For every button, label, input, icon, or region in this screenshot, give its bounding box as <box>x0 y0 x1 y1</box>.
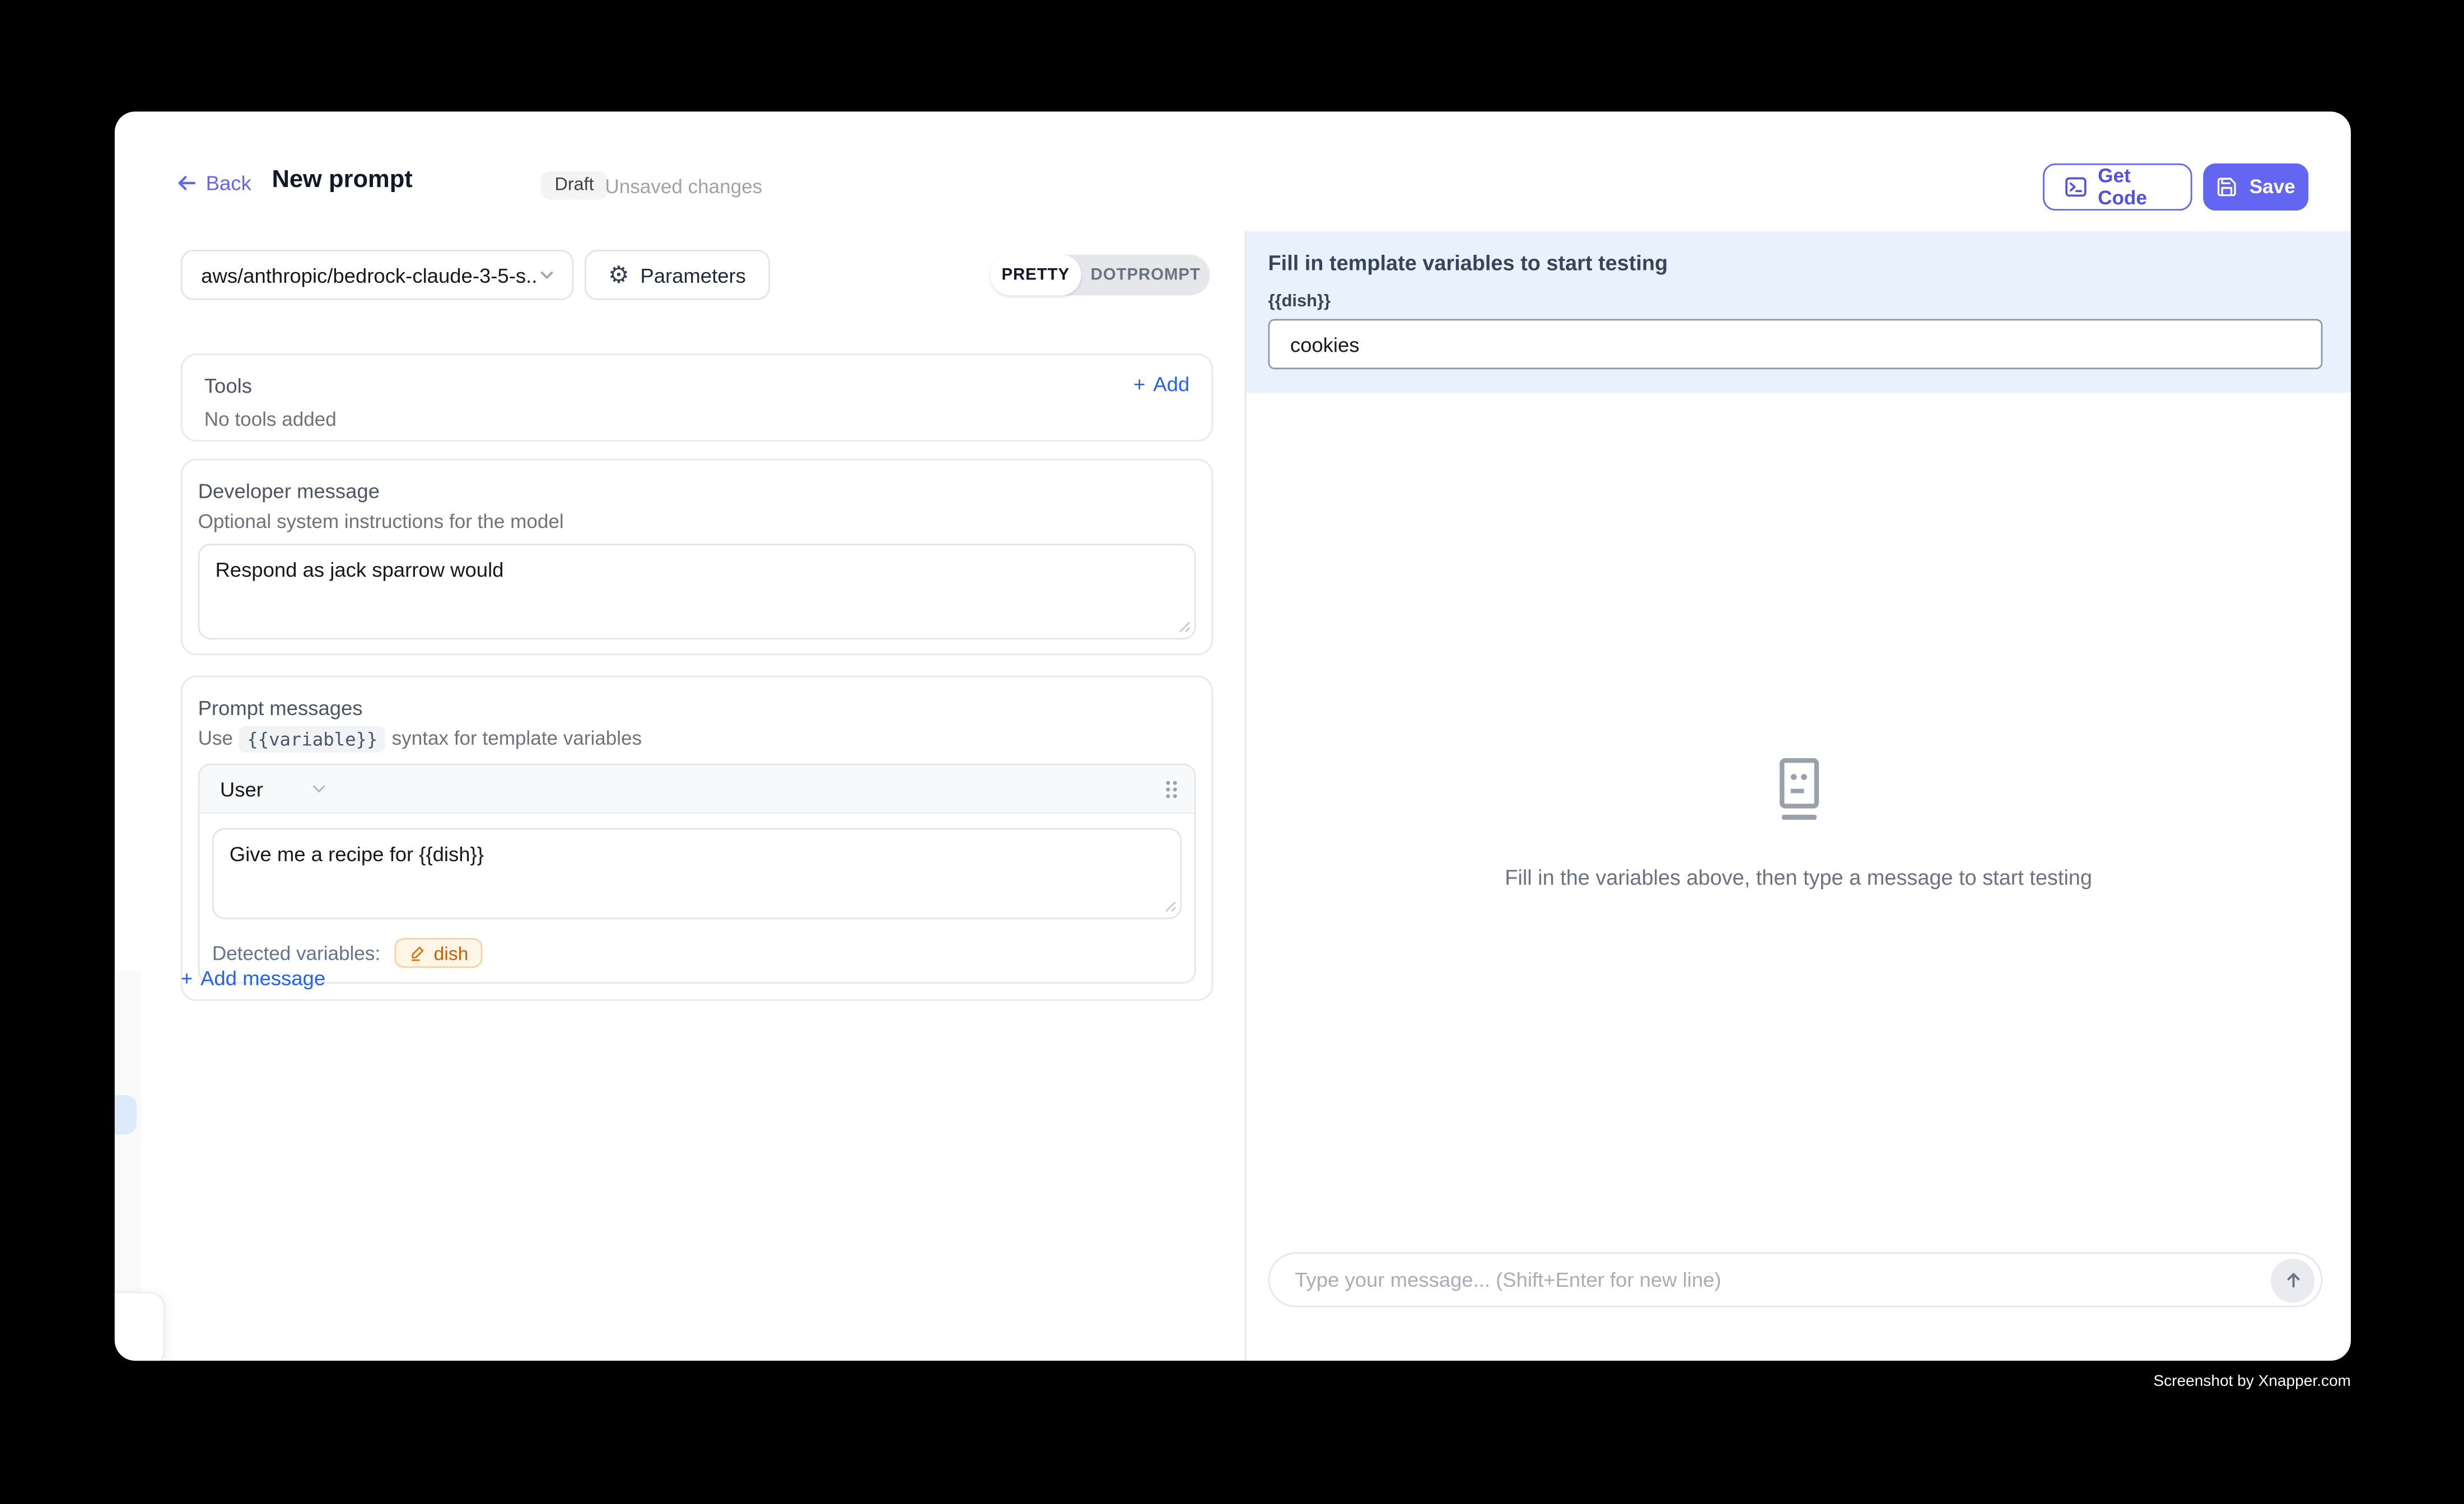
toggle-option-dotprompt[interactable]: DOTPROMPT <box>1081 255 1210 296</box>
message-role-header: User <box>199 765 1194 814</box>
terminal-icon <box>2065 176 2087 198</box>
save-floppy-icon <box>2216 176 2238 198</box>
prompt-editor-window: Back New prompt Draft Unsaved changes Ge… <box>115 111 2351 1361</box>
developer-message-section: Developer message Optional system instru… <box>181 459 1214 655</box>
add-tool-label: Add <box>1153 372 1189 396</box>
unsaved-changes-text: Unsaved changes <box>605 176 762 198</box>
message-body: Give me a recipe for {{dish}} <box>199 814 1194 929</box>
fill-variables-heading: Fill in template variables to start test… <box>1268 251 2321 275</box>
arrow-up-icon <box>2281 1268 2304 1292</box>
watermark-text: Screenshot by Xnapper.com <box>2153 1374 2351 1391</box>
detected-variables-row: Detected variables: dish <box>199 928 1194 982</box>
send-button[interactable] <box>2271 1258 2315 1302</box>
chevron-down-icon <box>538 265 557 284</box>
detected-variables-label: Detected variables: <box>212 942 380 964</box>
chat-input-container <box>1268 1252 2323 1307</box>
variable-name-label: {{dish}} <box>1268 292 2321 311</box>
pencil-icon <box>409 944 426 961</box>
robot-face-icon <box>1768 758 1828 824</box>
message-content-textarea[interactable]: Give me a recipe for {{dish}} <box>212 828 1182 919</box>
parameters-label: Parameters <box>640 263 746 287</box>
toggle-option-pretty[interactable]: PRETTY <box>990 255 1081 296</box>
tools-title: Tools <box>204 374 1189 398</box>
save-label: Save <box>2250 176 2295 198</box>
back-label: Back <box>206 171 251 195</box>
get-code-button[interactable]: Get Code <box>2043 164 2192 211</box>
variable-syntax-chip: {{variable}} <box>239 725 385 752</box>
drag-handle-icon[interactable] <box>1164 778 1178 798</box>
developer-message-textarea[interactable]: Respond as jack sparrow would <box>198 544 1196 639</box>
message-block: User <box>198 764 1196 984</box>
prompt-messages-section: Prompt messages Use{{variable}}syntax fo… <box>181 676 1214 1001</box>
draft-status-badge: Draft <box>540 171 608 200</box>
developer-message-title: Developer message <box>198 479 1196 503</box>
plus-icon: + <box>1133 372 1145 396</box>
variable-chip-dish[interactable]: dish <box>394 938 482 968</box>
model-selector-value: aws/anthropic/bedrock-claude-3-5-s... <box>201 263 538 287</box>
tester-empty-state: Fill in the variables above, then type a… <box>1246 758 2351 890</box>
prompt-messages-hint: Use{{variable}}syntax for template varia… <box>198 727 1196 749</box>
chevron-down-icon[interactable] <box>310 779 329 798</box>
background-sidebar-sliver <box>115 971 141 1298</box>
prompt-messages-title: Prompt messages <box>198 696 1196 720</box>
model-selector[interactable]: aws/anthropic/bedrock-claude-3-5-s... <box>181 250 574 300</box>
add-tool-button[interactable]: + Add <box>1133 372 1189 396</box>
add-message-label: Add message <box>200 966 325 990</box>
save-button[interactable]: Save <box>2203 164 2308 211</box>
tester-empty-text: Fill in the variables above, then type a… <box>1246 866 2351 889</box>
tools-empty-text: No tools added <box>204 409 1189 431</box>
variable-value-input[interactable] <box>1268 319 2323 370</box>
gear-icon: ⚙ <box>608 263 629 287</box>
parameters-button[interactable]: ⚙ Parameters <box>585 250 769 300</box>
back-button[interactable]: Back <box>174 171 251 195</box>
developer-message-subtitle: Optional system instructions for the mod… <box>198 511 1196 533</box>
arrow-left-icon <box>174 171 198 195</box>
view-mode-toggle: PRETTY DOTPROMPT <box>990 255 1210 296</box>
chat-message-input[interactable] <box>1292 1267 2271 1293</box>
tester-panel: Fill in template variables to start test… <box>1244 231 2351 1361</box>
plus-icon: + <box>181 966 193 990</box>
role-select-value[interactable]: User <box>220 777 263 801</box>
variable-chip-label: dish <box>434 942 469 964</box>
template-variables-panel: Fill in template variables to start test… <box>1246 231 2351 393</box>
page-title: New prompt <box>272 166 412 195</box>
get-code-label: Get Code <box>2098 165 2170 209</box>
background-sidebar-highlight <box>115 1095 137 1134</box>
background-popover-fragment <box>115 1292 165 1361</box>
header: Back New prompt Draft Unsaved changes Ge… <box>115 111 2351 231</box>
tools-section: Tools No tools added + Add <box>181 353 1214 441</box>
screenshot-stage: Back New prompt Draft Unsaved changes Ge… <box>0 0 2464 1504</box>
add-message-button[interactable]: + Add message <box>181 966 325 990</box>
